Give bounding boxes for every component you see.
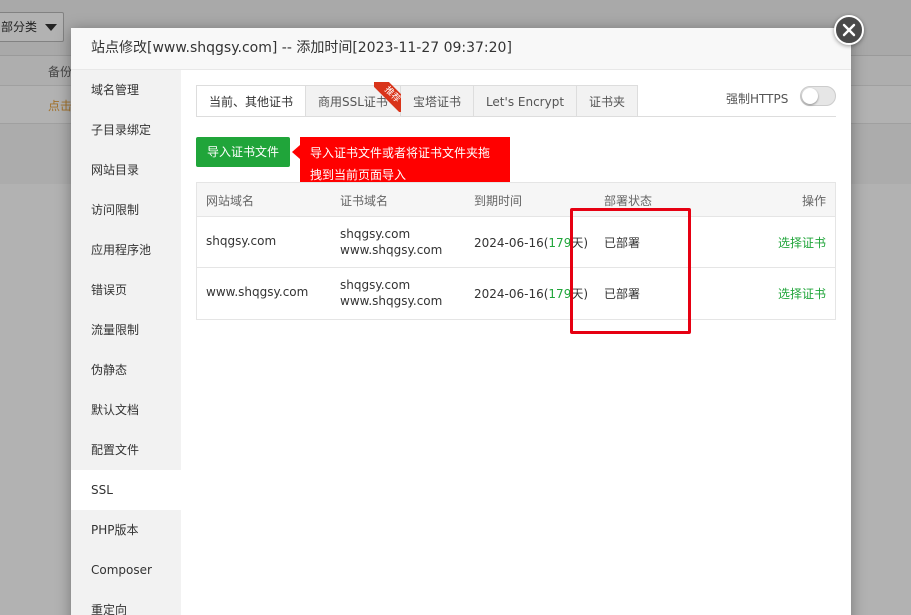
- row-cert-domain: shqgsy.com www.shqgsy.com: [340, 277, 442, 309]
- table-row: www.shqgsy.com shqgsy.com www.shqgsy.com…: [197, 268, 835, 319]
- site-edit-modal: 站点修改[www.shqgsy.com] -- 添加时间[2023-11-27 …: [71, 28, 851, 615]
- sidebar-item-site-directory[interactable]: 网站目录: [71, 150, 181, 190]
- toggle-knob: [802, 88, 818, 104]
- close-icon: [842, 23, 856, 37]
- row-site-domain: shqgsy.com: [206, 234, 277, 248]
- table-header: 网站域名 证书域名 到期时间 部署状态 操作: [197, 183, 835, 217]
- sidebar-item-composer[interactable]: Composer: [71, 550, 181, 590]
- ssl-panel: 当前、其他证书 商用SSL证书 推荐 宝塔证书 Let's Encrypt 证书…: [181, 70, 851, 615]
- sidebar-item-app-pool[interactable]: 应用程序池: [71, 230, 181, 270]
- cert-table: 网站域名 证书域名 到期时间 部署状态 操作 shqgsy.com shqgsy…: [196, 182, 836, 320]
- tab-commercial-ssl[interactable]: 商用SSL证书 推荐: [306, 82, 404, 117]
- highlight-box: [570, 208, 691, 334]
- recommend-badge: 推荐: [373, 82, 404, 112]
- row-cert-domain: shqgsy.com www.shqgsy.com: [340, 226, 442, 258]
- tab-lets-encrypt[interactable]: Let's Encrypt: [473, 85, 578, 117]
- header-cert-domain: 证书域名: [340, 194, 389, 208]
- expire-date: 2024-06-16(: [474, 236, 549, 250]
- tab-current-certs[interactable]: 当前、其他证书: [196, 85, 307, 117]
- import-cert-button[interactable]: 导入证书文件: [196, 137, 290, 167]
- header-deploy-status: 部署状态: [604, 194, 653, 208]
- tab-bt-cert[interactable]: 宝塔证书: [400, 85, 474, 117]
- remaining-days: 179: [548, 287, 572, 301]
- sidebar-item-traffic-limit[interactable]: 流量限制: [71, 310, 181, 350]
- sidebar-item-error-page[interactable]: 错误页: [71, 270, 181, 310]
- expire-date: 2024-06-16(: [474, 287, 549, 301]
- select-cert-button[interactable]: 选择证书: [778, 234, 826, 251]
- sidebar-item-config-file[interactable]: 配置文件: [71, 430, 181, 470]
- sidebar-item-rewrite[interactable]: 伪静态: [71, 350, 181, 390]
- modal-sidebar: 域名管理 子目录绑定 网站目录 访问限制 应用程序池 错误页 流量限制 伪静态 …: [71, 70, 181, 615]
- sidebar-item-default-doc[interactable]: 默认文档: [71, 390, 181, 430]
- sidebar-item-domain[interactable]: 域名管理: [71, 70, 181, 110]
- sidebar-item-access-limit[interactable]: 访问限制: [71, 190, 181, 230]
- cert-domain-line: www.shqgsy.com: [340, 243, 443, 257]
- tabs-divider: [196, 116, 836, 117]
- header-site-domain: 网站域名: [206, 194, 255, 208]
- row-site-domain: www.shqgsy.com: [206, 285, 309, 299]
- tooltip-line-1: 导入证书文件或者将证书文件夹拖: [310, 146, 491, 160]
- ssl-tabs: 当前、其他证书 商用SSL证书 推荐 宝塔证书 Let's Encrypt 证书…: [196, 82, 639, 117]
- tab-cert-folder[interactable]: 证书夹: [577, 85, 639, 117]
- force-https-label: 强制HTTPS: [726, 92, 789, 106]
- remaining-days: 179: [548, 236, 572, 250]
- sidebar-item-ssl[interactable]: SSL: [71, 470, 181, 510]
- force-https-toggle[interactable]: [800, 86, 836, 106]
- cert-domain-line: shqgsy.com: [340, 278, 411, 292]
- recommend-badge-text: 推荐: [373, 82, 404, 112]
- sidebar-item-redirect[interactable]: 重定向: [71, 590, 181, 615]
- sidebar-item-php-version[interactable]: PHP版本: [71, 510, 181, 550]
- cert-domain-line: shqgsy.com: [340, 227, 411, 241]
- cert-domain-line: www.shqgsy.com: [340, 294, 443, 308]
- modal-title: 站点修改[www.shqgsy.com] -- 添加时间[2023-11-27 …: [71, 28, 851, 70]
- table-row: shqgsy.com shqgsy.com www.shqgsy.com 202…: [197, 217, 835, 268]
- header-action: 操作: [801, 194, 826, 208]
- select-cert-button[interactable]: 选择证书: [778, 285, 826, 302]
- header-expire-time: 到期时间: [474, 194, 523, 208]
- sidebar-item-subdirectory[interactable]: 子目录绑定: [71, 110, 181, 150]
- modal-close-button[interactable]: [834, 15, 864, 45]
